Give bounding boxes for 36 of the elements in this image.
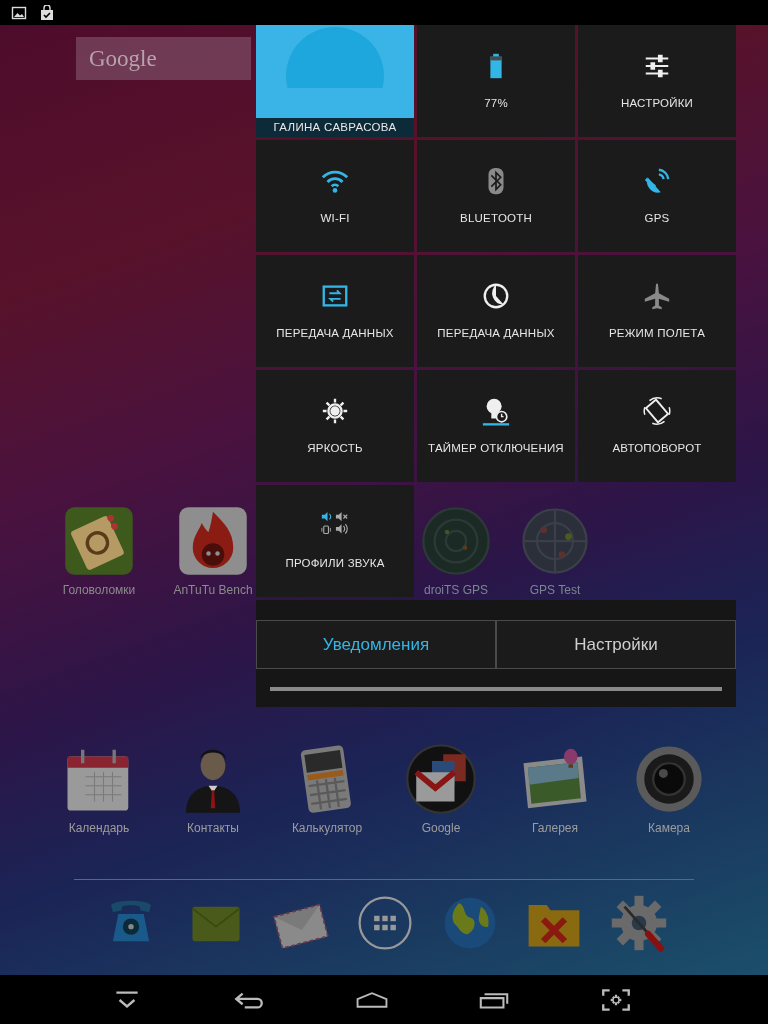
search-bar[interactable]: Google <box>76 37 251 80</box>
app-shortcut[interactable]: Калькулятор <box>291 743 363 835</box>
panel-tab[interactable]: Уведомления <box>256 621 496 668</box>
app-shortcut[interactable]: droiTS GPS <box>420 505 492 597</box>
quick-settings-tile[interactable]: ТАЙМЕР ОТКЛЮЧЕНИЯ <box>417 370 575 482</box>
panel-tab[interactable]: Настройки <box>496 621 736 668</box>
flame-app-icon[interactable] <box>177 505 249 577</box>
quick-settings-tile[interactable]: РЕЖИМ ПОЛЕТА <box>578 255 736 367</box>
quick-settings-tile[interactable]: BLUETOOTH <box>417 140 575 252</box>
camera-lens-icon[interactable] <box>633 743 705 815</box>
app-shortcut[interactable]: Google <box>405 743 477 835</box>
quick-settings-tile[interactable]: 77% <box>417 25 575 137</box>
puzzle-box-icon[interactable] <box>63 505 135 577</box>
app-shortcut[interactable]: Календарь <box>63 743 135 835</box>
gear-screwdriver-icon[interactable] <box>609 894 668 952</box>
app-shortcut[interactable]: Камера <box>633 743 705 835</box>
drag-handle[interactable] <box>270 687 722 691</box>
image-icon <box>11 4 27 21</box>
screen-capture-icon[interactable] <box>599 986 633 1013</box>
quick-settings-tile[interactable]: АВТОПОВОРОТ <box>578 370 736 482</box>
quick-settings-tile[interactable]: ПЕРЕДАЧА ДАННЫХ <box>417 255 575 367</box>
app-shortcut[interactable]: Галерея <box>519 743 591 835</box>
app-shortcut[interactable]: GPS Test <box>519 505 591 597</box>
quick-settings-tile[interactable]: WI-FI <box>256 140 414 252</box>
quick-settings-tile[interactable]: ПЕРЕДАЧА ДАННЫХ <box>256 255 414 367</box>
app-shortcut[interactable]: AnTuTu Bench <box>173 505 253 597</box>
shopping-bag-icon <box>39 4 55 21</box>
google-logo: Google <box>89 45 157 72</box>
mail-folder-icon[interactable] <box>405 743 477 815</box>
quick-settings-tile[interactable]: GPS <box>578 140 736 252</box>
app-shortcut[interactable]: Контакты <box>177 743 249 835</box>
user-tile[interactable]: ГАЛИНА САВРАСОВА <box>256 25 414 137</box>
quick-settings-tile[interactable]: НАСТРОЙКИ <box>578 25 736 137</box>
app-shortcut[interactable]: Головоломки <box>62 505 136 597</box>
quick-settings-tile[interactable]: ПРОФИЛИ ЗВУКА <box>256 485 414 597</box>
quick-settings-tile[interactable]: ЯРКОСТЬ <box>256 370 414 482</box>
